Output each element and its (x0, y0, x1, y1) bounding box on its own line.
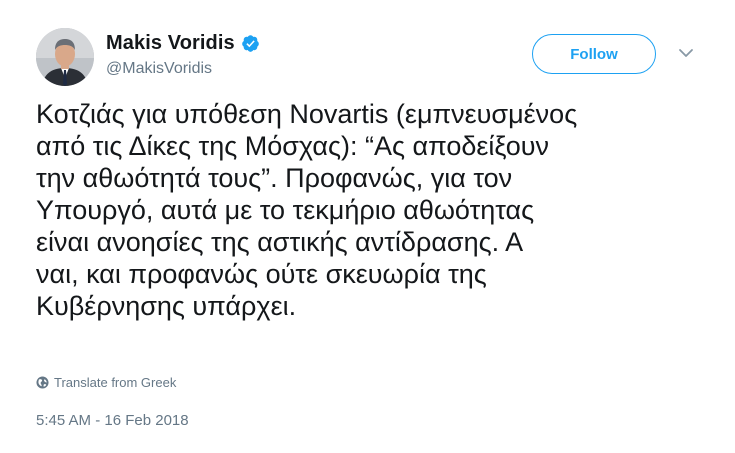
chevron-down-icon[interactable] (678, 46, 694, 58)
tweet-text-line: την αθωότητά τους”. Προφανώς, για τον (36, 163, 513, 193)
tweet-text-line: είναι ανοησίες της αστικής αντίδρασης. Α (36, 227, 524, 257)
author-handle[interactable]: @MakisVoridis (106, 60, 212, 78)
translate-link[interactable]: Translate from Greek (36, 375, 176, 390)
follow-button[interactable]: Follow (532, 34, 656, 74)
tweet-timestamp[interactable]: 5:45 AM - 16 Feb 2018 (36, 412, 189, 429)
avatar-image (36, 28, 94, 86)
tweet-text-line: Κυβέρνησης υπάρχει. (36, 291, 297, 321)
tweet-text-line: Υπουργό, αυτά με το τεκμήριο αθωότητας (36, 195, 535, 225)
verified-badge-icon (241, 34, 260, 53)
tweet-text-line: ναι, και προφανώς ούτε σκευωρία της (36, 259, 487, 289)
tweet-text-line: από τις Δίκες της Μόσχας): “Ας αποδείξου… (36, 131, 550, 161)
avatar[interactable] (36, 28, 94, 86)
author-display-name[interactable]: Makis Voridis (106, 32, 235, 55)
tweet-text-line: Κοτζιάς για υπόθεση Novartis (εμπνευσμέν… (36, 99, 578, 129)
globe-icon (36, 376, 49, 389)
tweet-card: Makis Voridis @MakisVoridis Follow Κοτζι… (0, 0, 735, 453)
tweet-text: Κοτζιάς για υπόθεση Novartis (εμπνευσμέν… (36, 98, 711, 322)
translate-label[interactable]: Translate from Greek (54, 375, 176, 390)
author-name-row[interactable]: Makis Voridis (106, 31, 260, 55)
